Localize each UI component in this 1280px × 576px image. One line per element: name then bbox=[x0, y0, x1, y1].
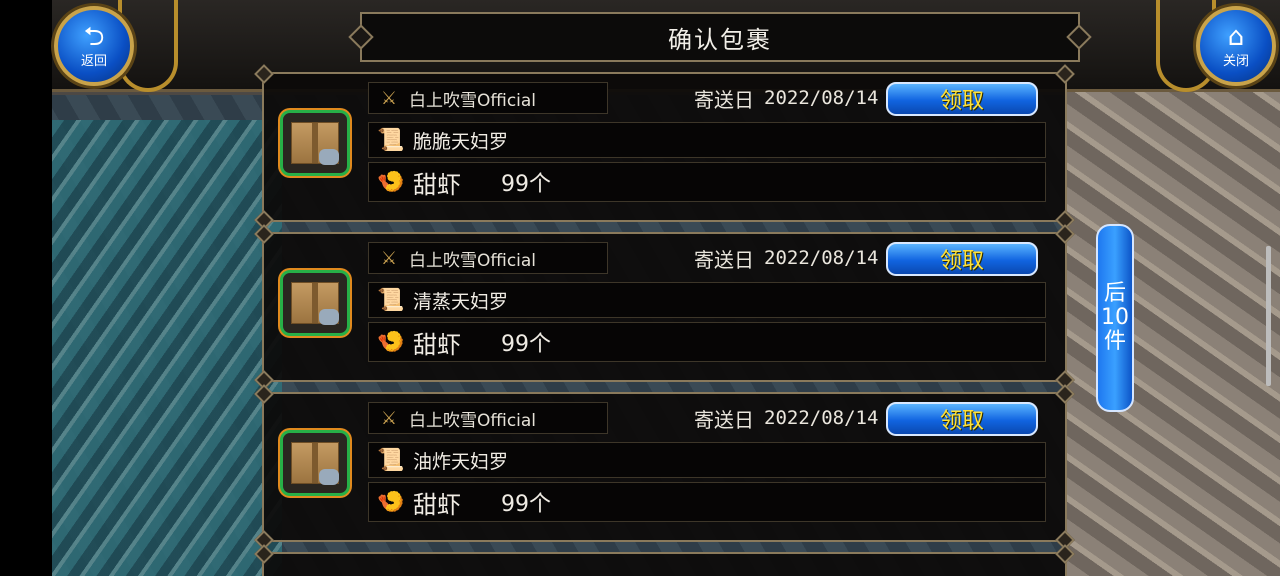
parcel-card-partial bbox=[254, 544, 1075, 576]
reward-name: 甜虾 bbox=[413, 170, 461, 199]
item-name: 清蒸天妇罗 bbox=[413, 290, 509, 313]
date-label: 寄送日 bbox=[694, 87, 754, 112]
claim-button[interactable]: 领取 bbox=[886, 82, 1038, 116]
close-button-label: 关闭 bbox=[1222, 53, 1249, 69]
parcel-card: ⚔ 白上吹雪Official 寄送日 2022/08/14 领取 📜 油炸天妇罗… bbox=[254, 384, 1075, 550]
reward-row: 🍤 甜虾 99个 bbox=[368, 162, 1046, 202]
frame-corner bbox=[1055, 384, 1075, 404]
item-row: 📜 清蒸天妇罗 bbox=[368, 282, 1046, 318]
date-value: 2022/08/14 bbox=[764, 87, 879, 109]
frame-corner bbox=[254, 224, 274, 244]
frame-corner bbox=[254, 384, 274, 404]
title-frame: 确认包裹 bbox=[360, 12, 1080, 62]
shrimp-food-icon: 🍤 bbox=[377, 329, 405, 355]
claim-button[interactable]: 领取 bbox=[886, 242, 1038, 276]
reward-name: 甜虾 bbox=[413, 490, 461, 519]
date-value: 2022/08/14 bbox=[764, 407, 879, 429]
reward-quantity: 99个 bbox=[501, 172, 551, 197]
scroll-icon: 📜 bbox=[377, 447, 405, 473]
send-date: 寄送日 2022/08/14 bbox=[694, 82, 878, 114]
sender-field: ⚔ 白上吹雪Official bbox=[368, 82, 608, 114]
date-value: 2022/08/14 bbox=[764, 247, 879, 269]
frame-corner bbox=[1055, 224, 1075, 244]
cardboard-box-icon[interactable] bbox=[280, 270, 350, 336]
item-row: 📜 脆脆天妇罗 bbox=[368, 122, 1046, 158]
crossed-swords-icon: ⚔ bbox=[380, 247, 398, 269]
item-name: 油炸天妇罗 bbox=[413, 450, 509, 473]
sender-name: 白上吹雪Official bbox=[409, 90, 537, 111]
reward-row: 🍤 甜虾 99个 bbox=[368, 482, 1046, 522]
close-button[interactable]: ⌂ 关闭 bbox=[1196, 6, 1276, 86]
send-date: 寄送日 2022/08/14 bbox=[694, 242, 878, 274]
frame-corner bbox=[254, 544, 274, 564]
item-row: 📜 油炸天妇罗 bbox=[368, 442, 1046, 478]
item-name: 脆脆天妇罗 bbox=[413, 130, 509, 153]
back-button-label: 返回 bbox=[80, 53, 107, 69]
sender-name: 白上吹雪Official bbox=[409, 410, 537, 431]
game-screen: 确认包裹 ⮌ 返回 ⌂ 关闭 ⚔ 白上吹雪Official 寄送日 2022/0… bbox=[0, 0, 1280, 576]
page-title: 确认包裹 bbox=[668, 25, 772, 54]
sender-field: ⚔ 白上吹雪Official bbox=[368, 402, 608, 434]
parcel-card: ⚔ 白上吹雪Official 寄送日 2022/08/14 领取 📜 脆脆天妇罗… bbox=[254, 64, 1075, 230]
home-icon: ⌂ bbox=[1227, 21, 1245, 52]
send-date: 寄送日 2022/08/14 bbox=[694, 402, 878, 434]
reward-row: 🍤 甜虾 99个 bbox=[368, 322, 1046, 362]
date-label: 寄送日 bbox=[694, 247, 754, 272]
return-arrow-icon: ⮌ bbox=[83, 21, 105, 52]
crossed-swords-icon: ⚔ bbox=[380, 87, 398, 109]
cardboard-box-icon[interactable] bbox=[280, 110, 350, 176]
sender-name: 白上吹雪Official bbox=[409, 250, 537, 271]
claim-button[interactable]: 领取 bbox=[886, 402, 1038, 436]
reward-quantity: 99个 bbox=[501, 332, 551, 357]
scroll-icon: 📜 bbox=[377, 287, 405, 313]
parcel-card: ⚔ 白上吹雪Official 寄送日 2022/08/14 领取 📜 清蒸天妇罗… bbox=[254, 224, 1075, 390]
scroll-icon: 📜 bbox=[377, 127, 405, 153]
cardboard-box-icon[interactable] bbox=[280, 430, 350, 496]
crossed-swords-icon: ⚔ bbox=[380, 407, 398, 429]
back-button[interactable]: ⮌ 返回 bbox=[54, 6, 134, 86]
frame-corner bbox=[1055, 544, 1075, 564]
reward-quantity: 99个 bbox=[501, 492, 551, 517]
shrimp-food-icon: 🍤 bbox=[377, 169, 405, 195]
scrollbar[interactable] bbox=[1266, 246, 1271, 386]
next-page-button[interactable]: 后 10 件 bbox=[1096, 224, 1134, 412]
sender-field: ⚔ 白上吹雪Official bbox=[368, 242, 608, 274]
shrimp-food-icon: 🍤 bbox=[377, 489, 405, 515]
date-label: 寄送日 bbox=[694, 407, 754, 432]
reward-name: 甜虾 bbox=[413, 330, 461, 359]
